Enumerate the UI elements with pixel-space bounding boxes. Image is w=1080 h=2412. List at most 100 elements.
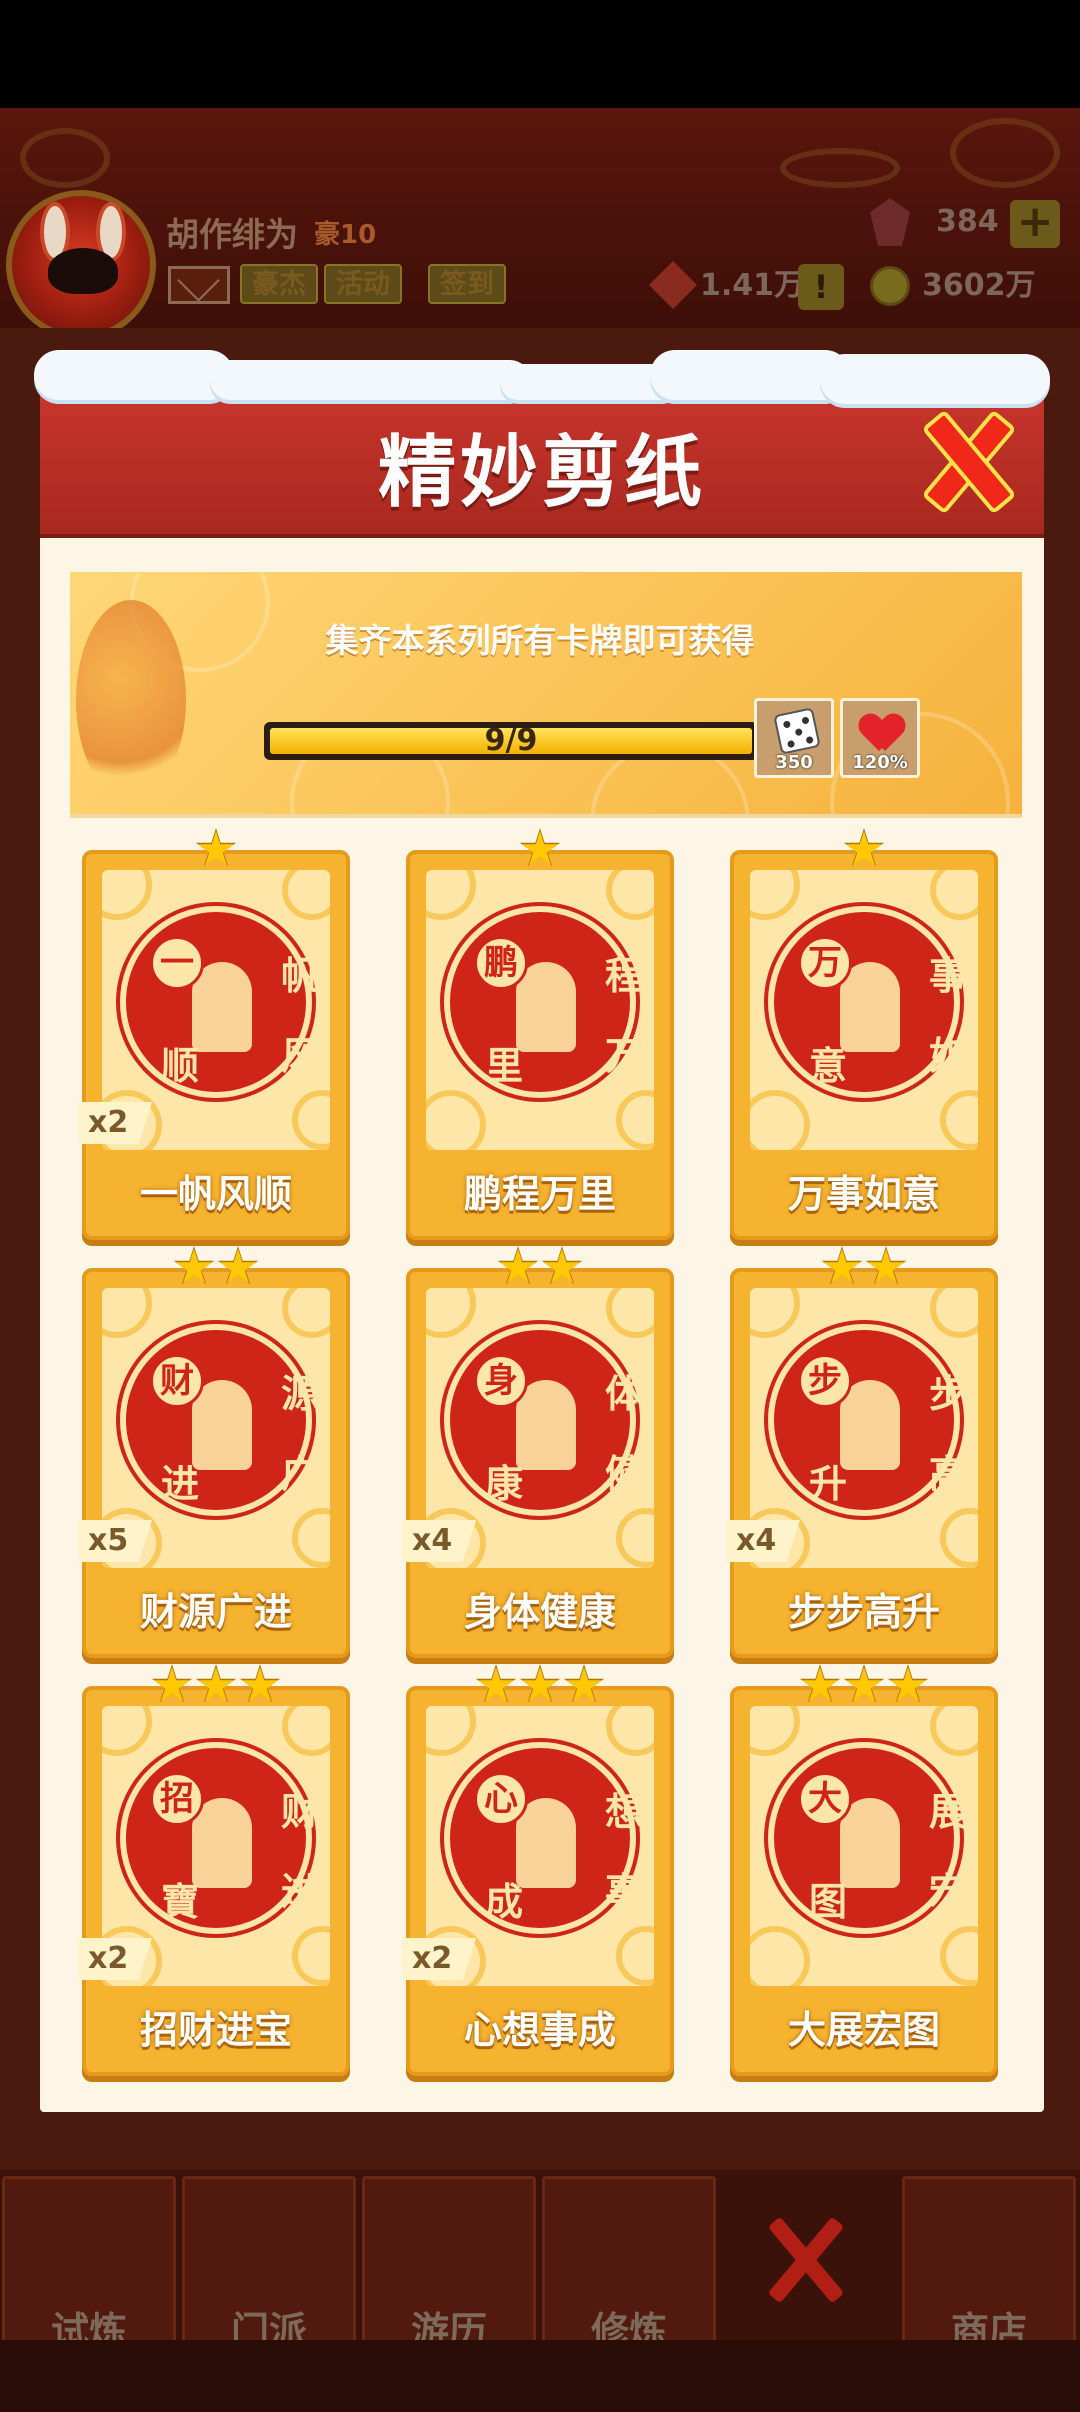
- card-name: 大展宏图: [787, 2008, 940, 2052]
- card-artwork-frame: 大 展宏 图: [750, 1706, 978, 1986]
- papercut-character: 展: [928, 1789, 967, 1834]
- papercut-art: 财 源广 进: [120, 1324, 319, 1516]
- cloud-ornament-icon: [950, 118, 1060, 188]
- add-gems-button[interactable]: +: [1010, 200, 1060, 248]
- papercut-art: 鹏 程万 里: [444, 906, 643, 1098]
- heart-icon: [861, 715, 903, 753]
- papercut-character: 里: [484, 1043, 523, 1088]
- star-icon: [519, 1664, 561, 1703]
- snow-decoration: [820, 354, 1050, 404]
- papercut-card[interactable]: 财源广进 x5 财源广进: [78, 1246, 350, 1658]
- cloud-ornament-icon: [20, 128, 110, 188]
- papercut-character: 宏: [928, 1869, 967, 1914]
- dice-icon: [773, 707, 821, 755]
- star-icon: [887, 1664, 929, 1703]
- star-icon: [843, 1664, 885, 1703]
- mail-icon[interactable]: [168, 266, 230, 304]
- papercut-character: 康: [484, 1461, 523, 1506]
- nav-tab-sect[interactable]: 门派: [182, 2176, 356, 2362]
- papercut-character: 进: [160, 1461, 199, 1506]
- card-artwork-frame: 万 事如 意: [750, 870, 978, 1150]
- star-icon: [195, 828, 237, 867]
- papercut-art: 心 想事 成: [444, 1742, 643, 1934]
- card-stars: [734, 828, 994, 868]
- papercut-card[interactable]: 心想事成 x2 心想事成: [402, 1664, 674, 2076]
- snow-decoration: [34, 350, 234, 400]
- star-icon: [497, 1246, 539, 1285]
- star-icon: [843, 828, 885, 867]
- papercut-character: 事: [604, 1869, 643, 1914]
- close-menu-icon[interactable]: [760, 2216, 850, 2306]
- papercut-card[interactable]: 大展宏图大展宏图: [730, 1664, 998, 2076]
- card-stars: [734, 1664, 994, 1704]
- papercut-character: 心: [474, 1772, 528, 1826]
- papercut-character: 成: [484, 1879, 523, 1924]
- papercut-card[interactable]: 一帆风顺 x2 一帆风顺: [78, 828, 350, 1240]
- chip-count: 1.41万: [700, 268, 805, 303]
- coin-count: 3602万: [922, 268, 1036, 303]
- papercut-card[interactable]: 步步高升 x4 步步高升: [726, 1246, 998, 1658]
- star-icon: [475, 1664, 517, 1703]
- banner-text: 集齐本系列所有卡牌即可获得: [325, 621, 755, 660]
- nav-tab-shop[interactable]: 商店: [902, 2176, 1076, 2362]
- papercut-character: 鹏: [474, 936, 528, 990]
- tag-button-activity[interactable]: 活动: [324, 264, 402, 304]
- star-icon: [799, 1664, 841, 1703]
- info-button[interactable]: !: [798, 264, 844, 310]
- papercut-character: 广: [280, 1451, 319, 1496]
- reward-value: 120%: [852, 752, 908, 773]
- player-name: 胡作绯为: [166, 215, 298, 254]
- papercut-character: 风: [280, 1033, 319, 1078]
- card-name: 一帆风顺: [139, 1172, 292, 1216]
- star-icon: [195, 1664, 237, 1703]
- reward-value: 350: [775, 752, 813, 773]
- papercut-art: 身 体健 康: [444, 1324, 643, 1516]
- close-button[interactable]: [918, 410, 1010, 506]
- top-bar-background: [0, 108, 1080, 328]
- tag-button-checkin[interactable]: 签到: [428, 264, 506, 304]
- card-name: 万事如意: [787, 1172, 940, 1216]
- papercut-character: 升: [808, 1461, 847, 1506]
- bottom-strip: [0, 2340, 1080, 2412]
- tag-button-haojie[interactable]: 豪杰: [240, 264, 318, 304]
- papercut-card[interactable]: 鹏程万里鹏程万里: [406, 828, 674, 1240]
- game-screen: 胡作绯为 豪10 豪杰 活动 签到 384 + 1.41万 ! 3602万 试炼…: [0, 0, 1080, 2412]
- coin-icon: [870, 266, 910, 306]
- star-icon: [239, 1664, 281, 1703]
- papercut-card[interactable]: 招财进寶 x2 招财进宝: [78, 1664, 350, 2076]
- cloud-ornament-icon: [780, 148, 900, 188]
- card-stars: [86, 1664, 346, 1704]
- card-name: 鹏程万里: [463, 1172, 616, 1216]
- papercut-character: 顺: [160, 1043, 199, 1088]
- papercut-character: 帆: [280, 953, 319, 998]
- nav-tab-travel[interactable]: 游历: [362, 2176, 536, 2362]
- reward-slot-dice[interactable]: 350: [754, 698, 834, 778]
- player-avatar[interactable]: [6, 190, 156, 340]
- star-icon: [217, 1246, 259, 1285]
- card-name: 招财进宝: [139, 2008, 292, 2052]
- star-icon: [865, 1246, 907, 1285]
- papercut-character: 身: [474, 1354, 528, 1408]
- nav-tab-cultivate[interactable]: 修炼: [542, 2176, 716, 2362]
- papercut-card[interactable]: 身体健康 x4 身体健康: [402, 1246, 674, 1658]
- papercut-card[interactable]: 万事如意万事如意: [730, 828, 998, 1240]
- papercut-character: 健: [604, 1451, 643, 1496]
- card-stars: [86, 1246, 346, 1286]
- star-icon: [821, 1246, 863, 1285]
- papercut-character: 步: [798, 1354, 852, 1408]
- reward-slot-heart[interactable]: 120%: [840, 698, 920, 778]
- papercut-character: 步: [928, 1371, 967, 1416]
- papercut-art: 招 财进 寶: [120, 1742, 319, 1934]
- papercut-character: 源: [280, 1371, 319, 1416]
- star-icon: [563, 1664, 605, 1703]
- card-name: 财源广进: [139, 1590, 292, 1634]
- papercut-character: 体: [604, 1371, 643, 1416]
- card-stars: [410, 1664, 670, 1704]
- papercut-character: 万: [798, 936, 852, 990]
- card-name: 心想事成: [463, 2008, 616, 2052]
- card-stars: [410, 828, 670, 868]
- papercut-art: 大 展宏 图: [768, 1742, 967, 1934]
- status-bar: [0, 0, 1080, 108]
- nav-tab-trial[interactable]: 试炼: [2, 2176, 176, 2362]
- papercut-character: 图: [808, 1879, 847, 1924]
